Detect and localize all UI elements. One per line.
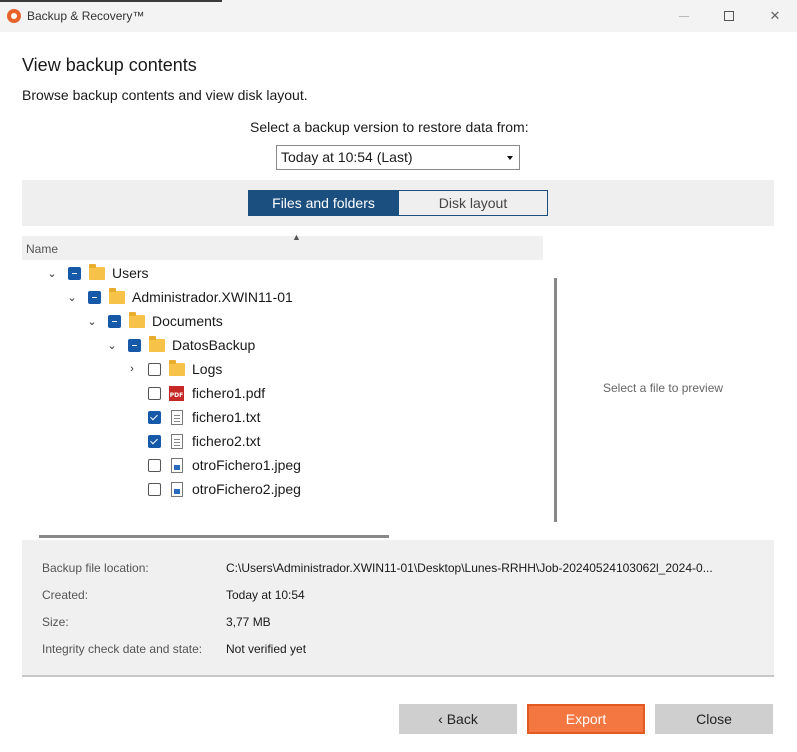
- backup-version-select[interactable]: Today at 10:54 (Last): [276, 145, 520, 170]
- maximize-icon: [724, 11, 734, 21]
- tree-item-fichero2-txt[interactable]: fichero2.txt: [148, 429, 260, 453]
- checkbox-documents[interactable]: [108, 314, 121, 328]
- tree-item-label: fichero2.txt: [192, 433, 261, 449]
- checkbox-fichero2-txt[interactable]: [148, 434, 161, 448]
- minimize-icon: [679, 15, 689, 17]
- size-value: 3,77 MB: [226, 615, 271, 629]
- backup-info-panel: Backup file location: C:\Users\Administr…: [22, 540, 774, 677]
- pdf-file-icon: PDF: [169, 385, 184, 401]
- back-button[interactable]: ‹ Back: [399, 704, 517, 734]
- export-button[interactable]: Export: [527, 704, 645, 734]
- chevron-down-icon: [507, 156, 513, 160]
- tab-files-and-folders[interactable]: Files and folders: [248, 190, 399, 216]
- tree-item-logs[interactable]: › Logs: [126, 357, 222, 381]
- tree-item-documents[interactable]: ⌄ Documents: [86, 309, 223, 333]
- page-title: View backup contents: [22, 55, 197, 75]
- close-icon: ✕: [769, 8, 781, 23]
- app-logo-icon: [7, 9, 21, 23]
- tree-vertical-scrollbar[interactable]: [554, 278, 557, 522]
- chevron-down-icon[interactable]: ⌄: [66, 291, 78, 304]
- checkbox-fichero1-txt[interactable]: [148, 410, 161, 424]
- close-button[interactable]: Close: [655, 704, 773, 734]
- tree-item-fichero1-pdf[interactable]: PDF fichero1.pdf: [148, 381, 265, 405]
- integrity-label: Integrity check date and state:: [42, 642, 203, 656]
- tree-item-label: Administrador.XWIN11-01: [132, 289, 293, 305]
- chevron-right-icon[interactable]: ›: [126, 363, 138, 375]
- tree-item-label: DatosBackup: [172, 337, 256, 353]
- tree-item-users[interactable]: ⌄ Users: [46, 261, 149, 285]
- size-label: Size:: [42, 615, 69, 629]
- chevron-down-icon[interactable]: ⌄: [86, 315, 98, 328]
- checkbox-logs[interactable]: [148, 362, 161, 376]
- view-tabs: Files and folders Disk layout: [22, 180, 774, 226]
- checkbox-administrador[interactable]: [88, 290, 101, 304]
- tree-item-label: fichero1.txt: [192, 409, 261, 425]
- tree-item-otrofichero2[interactable]: otroFichero2.jpeg: [148, 477, 301, 501]
- checkbox-datosbackup[interactable]: [128, 338, 141, 352]
- version-select-value: Today at 10:54 (Last): [281, 149, 413, 165]
- tree-item-label: otroFichero2.jpeg: [192, 481, 301, 497]
- name-column-header[interactable]: Name: [22, 236, 543, 260]
- folder-icon: [149, 335, 165, 352]
- title-bar: Backup & Recovery™ ✕: [0, 0, 797, 32]
- folder-icon: [89, 263, 105, 280]
- version-select-label: Select a backup version to restore data …: [250, 119, 529, 135]
- text-file-icon: [171, 409, 183, 425]
- minimize-button[interactable]: [661, 0, 707, 32]
- pdf-icon-text: PDF: [169, 391, 184, 399]
- integrity-value: Not verified yet: [226, 642, 307, 656]
- chevron-down-icon[interactable]: ⌄: [46, 267, 58, 280]
- maximize-button[interactable]: [706, 0, 752, 32]
- sort-ascending-icon: ▲: [292, 232, 301, 242]
- folder-icon: [129, 311, 145, 328]
- tree-item-label: fichero1.pdf: [192, 385, 266, 401]
- tree-item-datosbackup[interactable]: ⌄ DatosBackup: [106, 333, 255, 357]
- tree-item-label: Logs: [192, 361, 223, 377]
- tree-item-label: otroFichero1.jpeg: [192, 457, 301, 473]
- location-value: C:\Users\Administrador.XWIN11-01\Desktop…: [226, 561, 713, 575]
- image-file-icon: [171, 481, 183, 497]
- tree-item-otrofichero1[interactable]: otroFichero1.jpeg: [148, 453, 301, 477]
- created-value: Today at 10:54: [226, 588, 305, 602]
- tree-item-administrador[interactable]: ⌄ Administrador.XWIN11-01: [66, 285, 293, 309]
- text-file-icon: [171, 433, 183, 449]
- checkbox-otrofichero1[interactable]: [148, 458, 161, 472]
- title-accent-line: [0, 0, 222, 2]
- folder-icon: [169, 359, 185, 376]
- chevron-down-icon[interactable]: ⌄: [106, 339, 118, 352]
- tree-item-label: Users: [112, 265, 149, 281]
- close-window-button[interactable]: ✕: [752, 0, 797, 32]
- created-label: Created:: [42, 588, 89, 602]
- checkbox-otrofichero2[interactable]: [148, 482, 161, 496]
- folder-icon: [109, 287, 125, 304]
- checkbox-users[interactable]: [68, 266, 81, 280]
- image-file-icon: [171, 457, 183, 473]
- window-title: Backup & Recovery™: [27, 9, 145, 23]
- page-subtitle: Browse backup contents and view disk lay…: [22, 87, 308, 103]
- tree-item-label: Documents: [152, 313, 223, 329]
- tree-item-fichero1-txt[interactable]: fichero1.txt: [148, 405, 260, 429]
- tree-horizontal-scrollbar[interactable]: [39, 535, 389, 538]
- preview-hint: Select a file to preview: [603, 381, 724, 395]
- location-label: Backup file location:: [42, 561, 149, 575]
- checkbox-fichero1-pdf[interactable]: [148, 386, 161, 400]
- tab-disk-layout[interactable]: Disk layout: [399, 190, 548, 216]
